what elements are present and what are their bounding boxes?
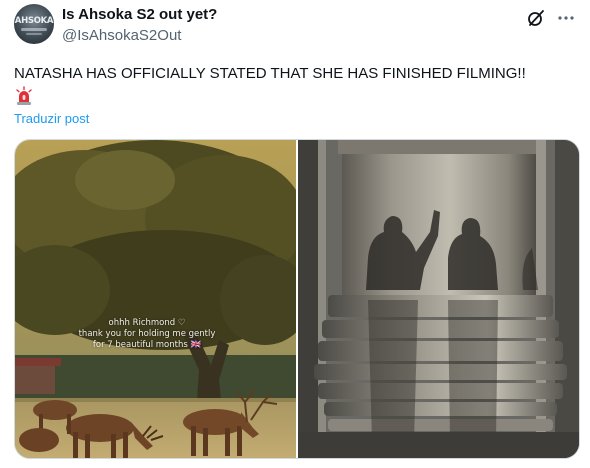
photo-deer-under-tree[interactable] [15, 140, 296, 459]
caption-line-3: for 7 beautiful months 🇬🇧 [92, 340, 202, 350]
avatar-logo-underline [21, 28, 47, 31]
caption-line-2: thank you for holding me gently [78, 329, 216, 339]
post-card[interactable]: AHSOKA Is Ahsoka S2 out yet? @IsAhsokaS2… [0, 0, 590, 468]
photo-caption: ohhh Richmond ♡ thank you for holding me… [47, 318, 247, 351]
siren-emoji-icon [16, 86, 32, 105]
post-text: NATASHA HAS OFFICIALLY STATED THAT SHE H… [14, 65, 526, 82]
avatar[interactable]: AHSOKA [14, 4, 54, 44]
translate-post-link[interactable]: Traduzir post [14, 111, 89, 126]
avatar-logo-subline [26, 33, 42, 35]
author-handle[interactable]: @IsAhsokaS2Out [62, 27, 181, 44]
grok-icon[interactable] [526, 8, 546, 28]
avatar-logo-text: AHSOKA [14, 16, 54, 26]
caption-line-1: ohhh Richmond ♡ [108, 318, 186, 328]
photo-set-shadows[interactable] [298, 140, 580, 459]
post-header: AHSOKA Is Ahsoka S2 out yet? @IsAhsokaS2… [14, 4, 580, 50]
more-icon[interactable] [556, 8, 576, 28]
author-display-name[interactable]: Is Ahsoka S2 out yet? [62, 6, 217, 23]
media-gallery: ohhh Richmond ♡ thank you for holding me… [14, 139, 580, 459]
